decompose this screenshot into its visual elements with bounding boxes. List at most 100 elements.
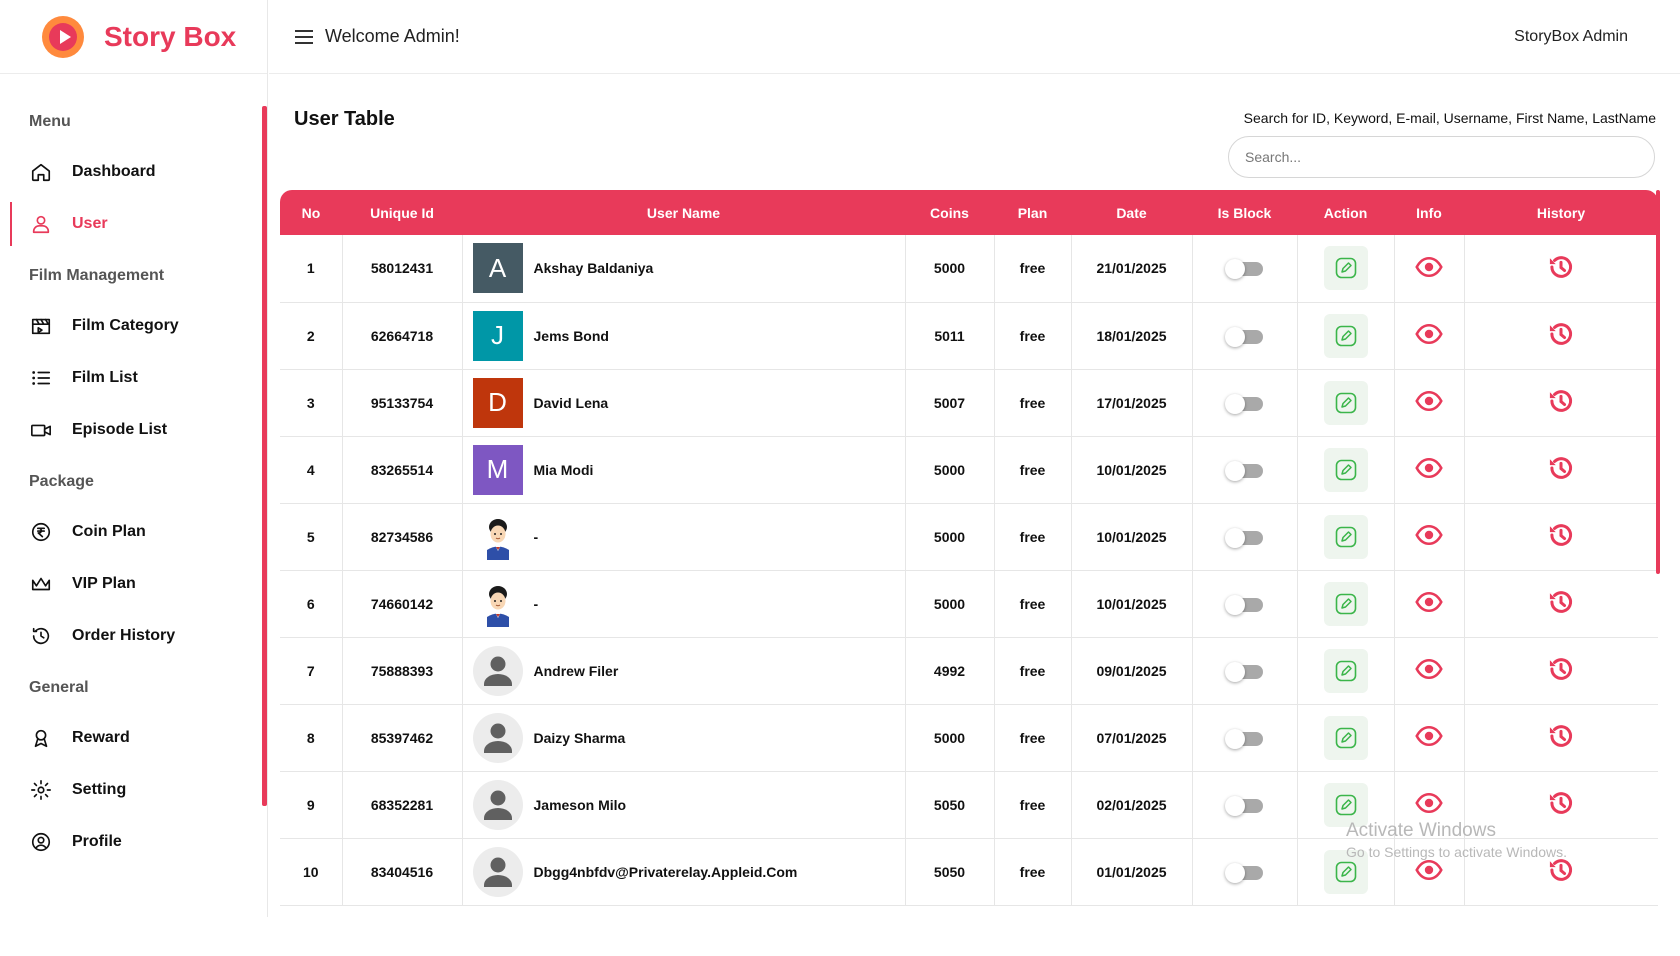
- block-toggle[interactable]: [1224, 527, 1263, 548]
- eye-icon[interactable]: [1415, 722, 1443, 750]
- edit-icon[interactable]: [1323, 380, 1368, 425]
- eye-icon[interactable]: [1415, 588, 1443, 616]
- column-header-unique-id[interactable]: Unique Id: [342, 190, 462, 235]
- sidebar-item-episode-list[interactable]: Episode List: [0, 404, 267, 456]
- eye-icon[interactable]: [1415, 521, 1443, 549]
- cell-plan: free: [994, 302, 1072, 370]
- cell-user-name: A Akshay Baldaniya: [462, 235, 906, 303]
- edit-icon[interactable]: [1323, 246, 1368, 291]
- eye-icon[interactable]: [1415, 655, 1443, 683]
- column-header-is-block[interactable]: Is Block: [1192, 190, 1297, 235]
- block-toggle[interactable]: [1224, 393, 1263, 414]
- column-header-info[interactable]: Info: [1394, 190, 1464, 235]
- eye-icon[interactable]: [1415, 253, 1443, 281]
- cell-history: [1464, 838, 1658, 906]
- search-input[interactable]: [1228, 136, 1655, 178]
- history-icon[interactable]: [1547, 253, 1575, 281]
- block-toggle[interactable]: [1224, 460, 1263, 481]
- history-icon[interactable]: [1547, 722, 1575, 750]
- history-icon[interactable]: [1547, 856, 1575, 884]
- edit-icon[interactable]: [1323, 581, 1368, 626]
- edit-icon[interactable]: [1323, 447, 1368, 492]
- table-body: 1 58012431 A Akshay Baldaniya 5000 free 21/01/…: [280, 235, 1658, 906]
- menu-group-package: Package Coin Plan VIP Plan Order History: [0, 468, 267, 662]
- sidebar-item-film-category[interactable]: Film Category: [0, 300, 267, 352]
- column-header-coins[interactable]: Coins: [905, 190, 994, 235]
- column-header-action[interactable]: Action: [1297, 190, 1394, 235]
- sidebar-item-coin-plan[interactable]: Coin Plan: [0, 506, 267, 558]
- edit-icon[interactable]: [1323, 849, 1368, 894]
- cell-action: [1297, 302, 1395, 370]
- cell-no: 4: [280, 436, 343, 504]
- sidebar-item-setting[interactable]: Setting: [0, 764, 267, 816]
- cell-plan: free: [994, 436, 1072, 504]
- cell-action: [1297, 771, 1395, 839]
- sidebar-item-label: Dashboard: [72, 163, 156, 180]
- cell-user-name: -: [462, 503, 906, 571]
- story-box-logo-icon: [42, 15, 84, 58]
- cell-unique-id: 83265514: [342, 436, 463, 504]
- hamburger-icon[interactable]: [295, 29, 313, 44]
- sidebar-item-order-history[interactable]: Order History: [0, 610, 267, 662]
- sidebar-item-dashboard[interactable]: Dashboard: [0, 146, 267, 198]
- edit-icon[interactable]: [1323, 648, 1368, 693]
- sidebar-item-user[interactable]: User: [0, 198, 267, 250]
- history-icon[interactable]: [1547, 454, 1575, 482]
- sidebar-item-profile[interactable]: Profile: [0, 816, 267, 868]
- edit-icon[interactable]: [1323, 715, 1368, 760]
- cell-plan: free: [994, 235, 1072, 303]
- column-header-date[interactable]: Date: [1071, 190, 1192, 235]
- column-header-no[interactable]: No: [280, 190, 342, 235]
- sidebar-scrollbar[interactable]: [262, 106, 267, 806]
- block-toggle[interactable]: [1224, 259, 1263, 280]
- history-icon[interactable]: [1547, 521, 1575, 549]
- history-icon[interactable]: [1547, 387, 1575, 415]
- search-label: Search for ID, Keyword, E-mail, Username…: [1243, 110, 1656, 126]
- block-toggle[interactable]: [1224, 862, 1263, 883]
- history-icon[interactable]: [1547, 655, 1575, 683]
- eye-icon[interactable]: [1415, 320, 1443, 348]
- sidebar-item-label: Film List: [72, 369, 138, 386]
- edit-icon[interactable]: [1323, 782, 1368, 827]
- sidebar-item-label: Profile: [72, 833, 122, 850]
- cell-action: [1297, 704, 1395, 772]
- cell-info: [1394, 503, 1465, 571]
- eye-icon[interactable]: [1415, 387, 1443, 415]
- user-name: Mia Modi: [533, 461, 594, 478]
- history-icon[interactable]: [1547, 588, 1575, 616]
- user-name: Akshay Baldaniya: [533, 260, 654, 277]
- user-name: Jameson Milo: [533, 796, 627, 813]
- sidebar-item-film-list[interactable]: Film List: [0, 352, 267, 404]
- block-toggle[interactable]: [1224, 326, 1263, 347]
- cell-coins: 5000: [905, 503, 995, 571]
- cell-date: 07/01/2025: [1071, 704, 1193, 772]
- block-toggle[interactable]: [1224, 594, 1263, 615]
- admin-account-name[interactable]: StoryBox Admin: [1514, 28, 1628, 46]
- cell-coins: 5000: [905, 436, 995, 504]
- brand[interactable]: Story Box: [0, 0, 267, 74]
- table-scrollbar[interactable]: [1656, 190, 1660, 574]
- menu-group-menu: Menu Dashboard User: [0, 108, 267, 250]
- block-toggle[interactable]: [1224, 795, 1263, 816]
- sidebar-item-vip-plan[interactable]: VIP Plan: [0, 558, 267, 610]
- eye-icon[interactable]: [1415, 789, 1443, 817]
- history-icon[interactable]: [1547, 789, 1575, 817]
- cell-info: [1394, 570, 1465, 638]
- edit-icon[interactable]: [1323, 313, 1368, 358]
- cell-unique-id: 85397462: [342, 704, 463, 772]
- avatar: M: [472, 444, 523, 495]
- edit-icon[interactable]: [1323, 514, 1368, 559]
- history-icon: [28, 623, 54, 649]
- cell-info: [1394, 302, 1465, 370]
- sidebar-item-reward[interactable]: Reward: [0, 712, 267, 764]
- column-header-plan[interactable]: Plan: [994, 190, 1071, 235]
- eye-icon[interactable]: [1415, 454, 1443, 482]
- welcome-text: Welcome Admin!: [325, 26, 460, 46]
- block-toggle[interactable]: [1224, 661, 1263, 682]
- column-header-history[interactable]: History: [1464, 190, 1658, 235]
- column-header-user-name[interactable]: User Name: [462, 190, 905, 235]
- cell-date: 10/01/2025: [1071, 503, 1193, 571]
- eye-icon[interactable]: [1415, 856, 1443, 884]
- block-toggle[interactable]: [1224, 728, 1263, 749]
- history-icon[interactable]: [1547, 320, 1575, 348]
